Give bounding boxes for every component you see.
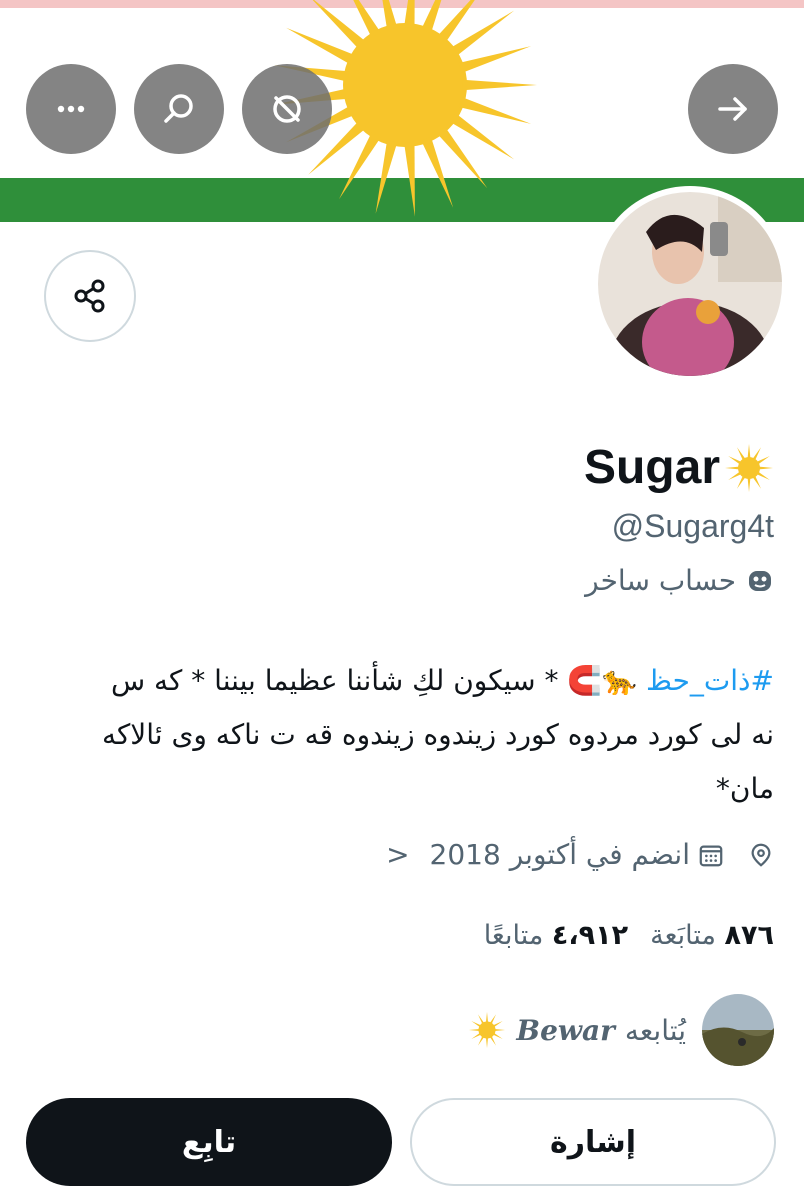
arrow-right-icon bbox=[718, 97, 747, 121]
bio-emojis: 🐆🧲 bbox=[567, 664, 638, 697]
followers-link[interactable]: ٤،٩١٢ متابعًا bbox=[484, 920, 628, 951]
profile-avatar[interactable] bbox=[598, 192, 782, 376]
share-icon bbox=[74, 279, 105, 313]
calendar-icon bbox=[699, 845, 723, 866]
followed-by-prefix: يُتابعه bbox=[624, 1013, 686, 1047]
location-item bbox=[748, 842, 774, 868]
follower-name: Bewar bbox=[516, 1013, 615, 1047]
bio-line-1: #ذات_حظ 🐆🧲 * سيكون لكِ شأننا عظيما بيننا… bbox=[34, 654, 774, 708]
account-label: حساب ساخر bbox=[585, 564, 774, 597]
joined-date[interactable]: انضم في أكتوبر 2018 < bbox=[386, 838, 724, 871]
bio-line-3: مان* bbox=[715, 772, 774, 805]
sun-emoji-icon bbox=[725, 443, 773, 492]
share-button[interactable] bbox=[44, 250, 136, 342]
followed-by-text: يُتابعه Bewar bbox=[468, 1011, 686, 1049]
search-icon bbox=[164, 94, 193, 123]
display-name: Sugar bbox=[584, 440, 774, 495]
joined-text: انضم في أكتوبر 2018 bbox=[429, 838, 690, 871]
profile-meta: انضم في أكتوبر 2018 < bbox=[386, 838, 774, 871]
followers-count: ٤،٩١٢ bbox=[551, 920, 629, 951]
forward-button[interactable] bbox=[688, 64, 778, 154]
follower-avatar-photo bbox=[702, 994, 774, 1066]
grok-button[interactable] bbox=[242, 64, 332, 154]
followed-by[interactable]: يُتابعه Bewar bbox=[468, 994, 774, 1066]
account-label-text: حساب ساخر bbox=[585, 564, 736, 597]
search-button[interactable] bbox=[134, 64, 224, 154]
bio-hashtag-link[interactable]: #ذات_حظ bbox=[646, 664, 774, 697]
profile-bio: #ذات_حظ 🐆🧲 * سيكون لكِ شأننا عظيما بيننا… bbox=[34, 654, 774, 816]
sun-emoji-icon bbox=[469, 1011, 506, 1049]
bio-line-2: نه لى كورد مردوه كورد زيندوه زيندوه قه ت… bbox=[101, 718, 774, 751]
profile-handle: @Sugarg4t bbox=[611, 508, 774, 544]
display-name-text: Sugar bbox=[583, 441, 720, 494]
bio-text-1: * سيكون لكِ شأننا عظيما بيننا * كه س bbox=[110, 664, 568, 697]
profile-banner bbox=[0, 0, 804, 222]
location-pin-icon bbox=[751, 843, 771, 867]
avatar-photo bbox=[598, 192, 782, 376]
follower-avatar bbox=[702, 994, 774, 1066]
following-link[interactable]: ٨٧٦ متابَعة bbox=[650, 920, 774, 951]
more-horizontal-icon bbox=[57, 105, 85, 113]
following-count: ٨٧٦ bbox=[724, 920, 774, 951]
follow-button[interactable]: تابِع bbox=[26, 1098, 392, 1186]
profile-stats: ٨٧٦ متابَعة ٤،٩١٢ متابعًا bbox=[484, 920, 774, 951]
followers-label: متابعًا bbox=[483, 920, 544, 951]
following-label: متابَعة bbox=[650, 920, 716, 951]
mention-button[interactable]: إشارة bbox=[410, 1098, 776, 1186]
grok-icon bbox=[273, 95, 301, 123]
joined-chevron: < bbox=[386, 838, 410, 871]
more-button[interactable] bbox=[26, 64, 116, 154]
mask-icon bbox=[749, 570, 771, 591]
